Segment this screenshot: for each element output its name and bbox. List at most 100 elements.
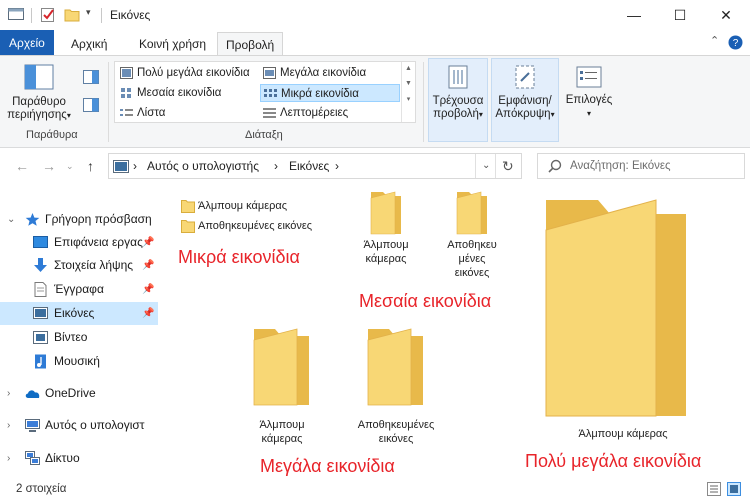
breadcrumb-separator[interactable]: › <box>274 159 278 173</box>
preview-pane-icon[interactable] <box>83 70 99 84</box>
ribbon-tabs: Αρχείο Αρχική Κοινή χρήση Προβολή ⌃ ? <box>0 30 750 57</box>
sidebar-item-onedrive[interactable]: › OneDrive <box>0 382 158 405</box>
caption-small-icons: Μικρά εικονίδια <box>178 247 300 267</box>
current-view-icon <box>448 65 468 89</box>
folder-label-line: Αποθηκευμένες <box>357 419 435 431</box>
close-button[interactable]: ✕ <box>703 0 749 30</box>
maximize-button[interactable]: ☐ <box>657 0 703 30</box>
layout-list[interactable]: Λίστα <box>117 104 257 122</box>
current-view-button[interactable]: Τρέχουσα προβολή▾ <box>428 58 488 142</box>
sidebar-item-downloads[interactable]: Στοιχεία λήψης 📌 <box>0 254 158 277</box>
explorer-window-icon[interactable] <box>8 7 24 21</box>
layout-extra-large-icons[interactable]: Πολύ μεγάλα εικονίδια <box>117 64 257 82</box>
address-bar[interactable]: › Αυτός ο υπολογιστής › Εικόνες › ⌄ ↻ <box>108 153 522 179</box>
properties-icon[interactable] <box>40 7 56 23</box>
layout-details[interactable]: Λεπτομέρειες <box>260 104 400 122</box>
breadcrumb-pictures[interactable]: Εικόνες <box>289 159 329 173</box>
collapse-ribbon-icon[interactable]: ⌃ <box>710 34 719 47</box>
extra-large-icons-icon <box>120 67 133 79</box>
music-icon <box>35 354 46 369</box>
sidebar-item-videos[interactable]: Βίντεο <box>0 326 158 349</box>
expand-chevron-icon[interactable]: › <box>7 414 10 437</box>
scroll-up-icon[interactable]: ▲ <box>402 65 415 72</box>
collapse-chevron-icon[interactable]: ⌄ <box>7 208 15 231</box>
details-pane-icon[interactable] <box>83 98 99 112</box>
up-arrow-icon[interactable]: ↑ <box>87 158 94 174</box>
forward-arrow-icon[interactable]: → <box>42 158 56 174</box>
layout-group-label: Διάταξη <box>245 129 283 141</box>
layout-medium-icons[interactable]: Μεσαία εικονίδια <box>117 84 257 102</box>
folder-icon[interactable] <box>369 190 403 236</box>
show-hide-button[interactable]: Εμφάνιση/ Απόκρυψη▾ <box>491 58 559 142</box>
sidebar-item-quick-access[interactable]: ⌄ Γρήγορη πρόσβαση <box>0 208 158 231</box>
pin-icon[interactable]: 📌 <box>142 254 154 277</box>
minimize-button[interactable]: — <box>611 0 657 30</box>
sidebar-item-label: Έγγραφα <box>54 282 104 296</box>
panes-group-label: Παράθυρα <box>26 129 78 141</box>
navigation-pane-button[interactable]: Παράθυρο περιήγησης▾ <box>6 60 72 126</box>
sidebar-item-label: Βίντεο <box>54 330 88 344</box>
expand-chevron-icon[interactable]: › <box>7 382 10 405</box>
pin-icon[interactable]: 📌 <box>142 278 154 301</box>
folder-label: Άλμπουμ κάμερας <box>198 200 288 212</box>
layout-large-icons[interactable]: Μεγάλα εικονίδια <box>260 64 400 82</box>
tab-home[interactable]: Αρχική <box>63 32 115 56</box>
customize-quick-access-chevron-icon[interactable]: ▾ <box>86 7 91 18</box>
folder-saved-pictures-large[interactable]: Αποθηκευμένες εικόνες <box>346 418 446 446</box>
sidebar-item-documents[interactable]: Έγγραφα 📌 <box>0 278 158 301</box>
details-view-icon[interactable] <box>707 482 721 496</box>
sidebar-item-label: Επιφάνεια εργας <box>54 235 143 249</box>
navigation-pane-dropdown-icon: ▾ <box>66 111 71 120</box>
folder-icon[interactable] <box>251 326 313 408</box>
sidebar-item-label: Στοιχεία λήψης <box>54 258 134 272</box>
layout-item-label: Μεσαία εικονίδια <box>137 87 222 99</box>
window-title: Εικόνες <box>110 8 151 22</box>
folder-icon[interactable] <box>538 194 694 424</box>
layout-gallery-scroller[interactable]: ▲ ▼ ▾ <box>401 62 415 122</box>
navigation-bar: ← → ⌄ ↑ › Αυτός ο υπολογιστής › Εικόνες … <box>0 148 750 184</box>
sidebar-item-network[interactable]: › Δίκτυο <box>0 447 158 470</box>
show-hide-icon <box>515 65 535 89</box>
options-button[interactable]: Επιλογές ▾ <box>562 58 616 142</box>
sidebar-item-this-pc[interactable]: › Αυτός ο υπολογιστ <box>0 414 158 437</box>
layout-small-icons[interactable]: Μικρά εικονίδια <box>260 84 400 102</box>
folder-icon[interactable] <box>365 326 427 408</box>
group-separator <box>423 62 424 142</box>
search-icon <box>548 159 562 173</box>
breadcrumb-this-pc[interactable]: Αυτός ο υπολογιστής <box>147 159 259 173</box>
refresh-icon[interactable]: ↻ <box>502 158 514 175</box>
folder-camera-roll-extra-large[interactable]: Άλμπουμ κάμερας <box>553 427 693 441</box>
group-separator <box>108 62 109 142</box>
folder-camera-roll-large[interactable]: Άλμπουμ κάμερας <box>237 418 327 446</box>
sidebar-item-music[interactable]: Μουσική <box>0 350 158 373</box>
details-icon <box>263 108 276 118</box>
tab-share[interactable]: Κοινή χρήση <box>131 32 214 56</box>
sidebar-item-desktop[interactable]: Επιφάνεια εργας 📌 <box>0 231 158 254</box>
folder-saved-pictures-medium[interactable]: Αποθηκευ μένες εικόνες <box>437 238 507 280</box>
expand-gallery-icon[interactable]: ▾ <box>402 95 415 103</box>
folder-icon[interactable] <box>455 190 489 236</box>
search-box[interactable]: Αναζήτηση: Εικόνες <box>537 153 745 179</box>
recent-locations-chevron-icon[interactable]: ⌄ <box>66 161 74 172</box>
tab-file[interactable]: Αρχείο <box>0 30 54 56</box>
sidebar-item-pictures[interactable]: Εικόνες 📌 <box>0 302 158 325</box>
cloud-icon <box>25 390 40 398</box>
item-count: 2 στοιχεία <box>16 483 67 495</box>
search-placeholder: Αναζήτηση: Εικόνες <box>570 160 671 172</box>
back-arrow-icon[interactable]: ← <box>15 158 29 174</box>
scroll-down-icon[interactable]: ▼ <box>402 80 415 87</box>
quick-access-separator <box>31 8 32 23</box>
address-dropdown-icon[interactable]: ⌄ <box>482 160 490 171</box>
pin-icon[interactable]: 📌 <box>142 302 154 325</box>
desktop-icon <box>33 236 48 248</box>
pin-icon[interactable]: 📌 <box>142 231 154 254</box>
expand-chevron-icon[interactable]: › <box>7 447 10 470</box>
help-icon[interactable]: ? <box>728 35 743 50</box>
breadcrumb-separator[interactable]: › <box>133 159 137 173</box>
layout-item-label: Λεπτομέρειες <box>280 107 349 119</box>
tab-view[interactable]: Προβολή <box>217 32 284 57</box>
new-folder-icon[interactable] <box>64 7 80 23</box>
folder-camera-roll-medium[interactable]: Άλμπουμ κάμερας <box>351 238 421 266</box>
breadcrumb-separator[interactable]: › <box>335 159 339 173</box>
large-icons-view-icon[interactable] <box>727 482 741 496</box>
